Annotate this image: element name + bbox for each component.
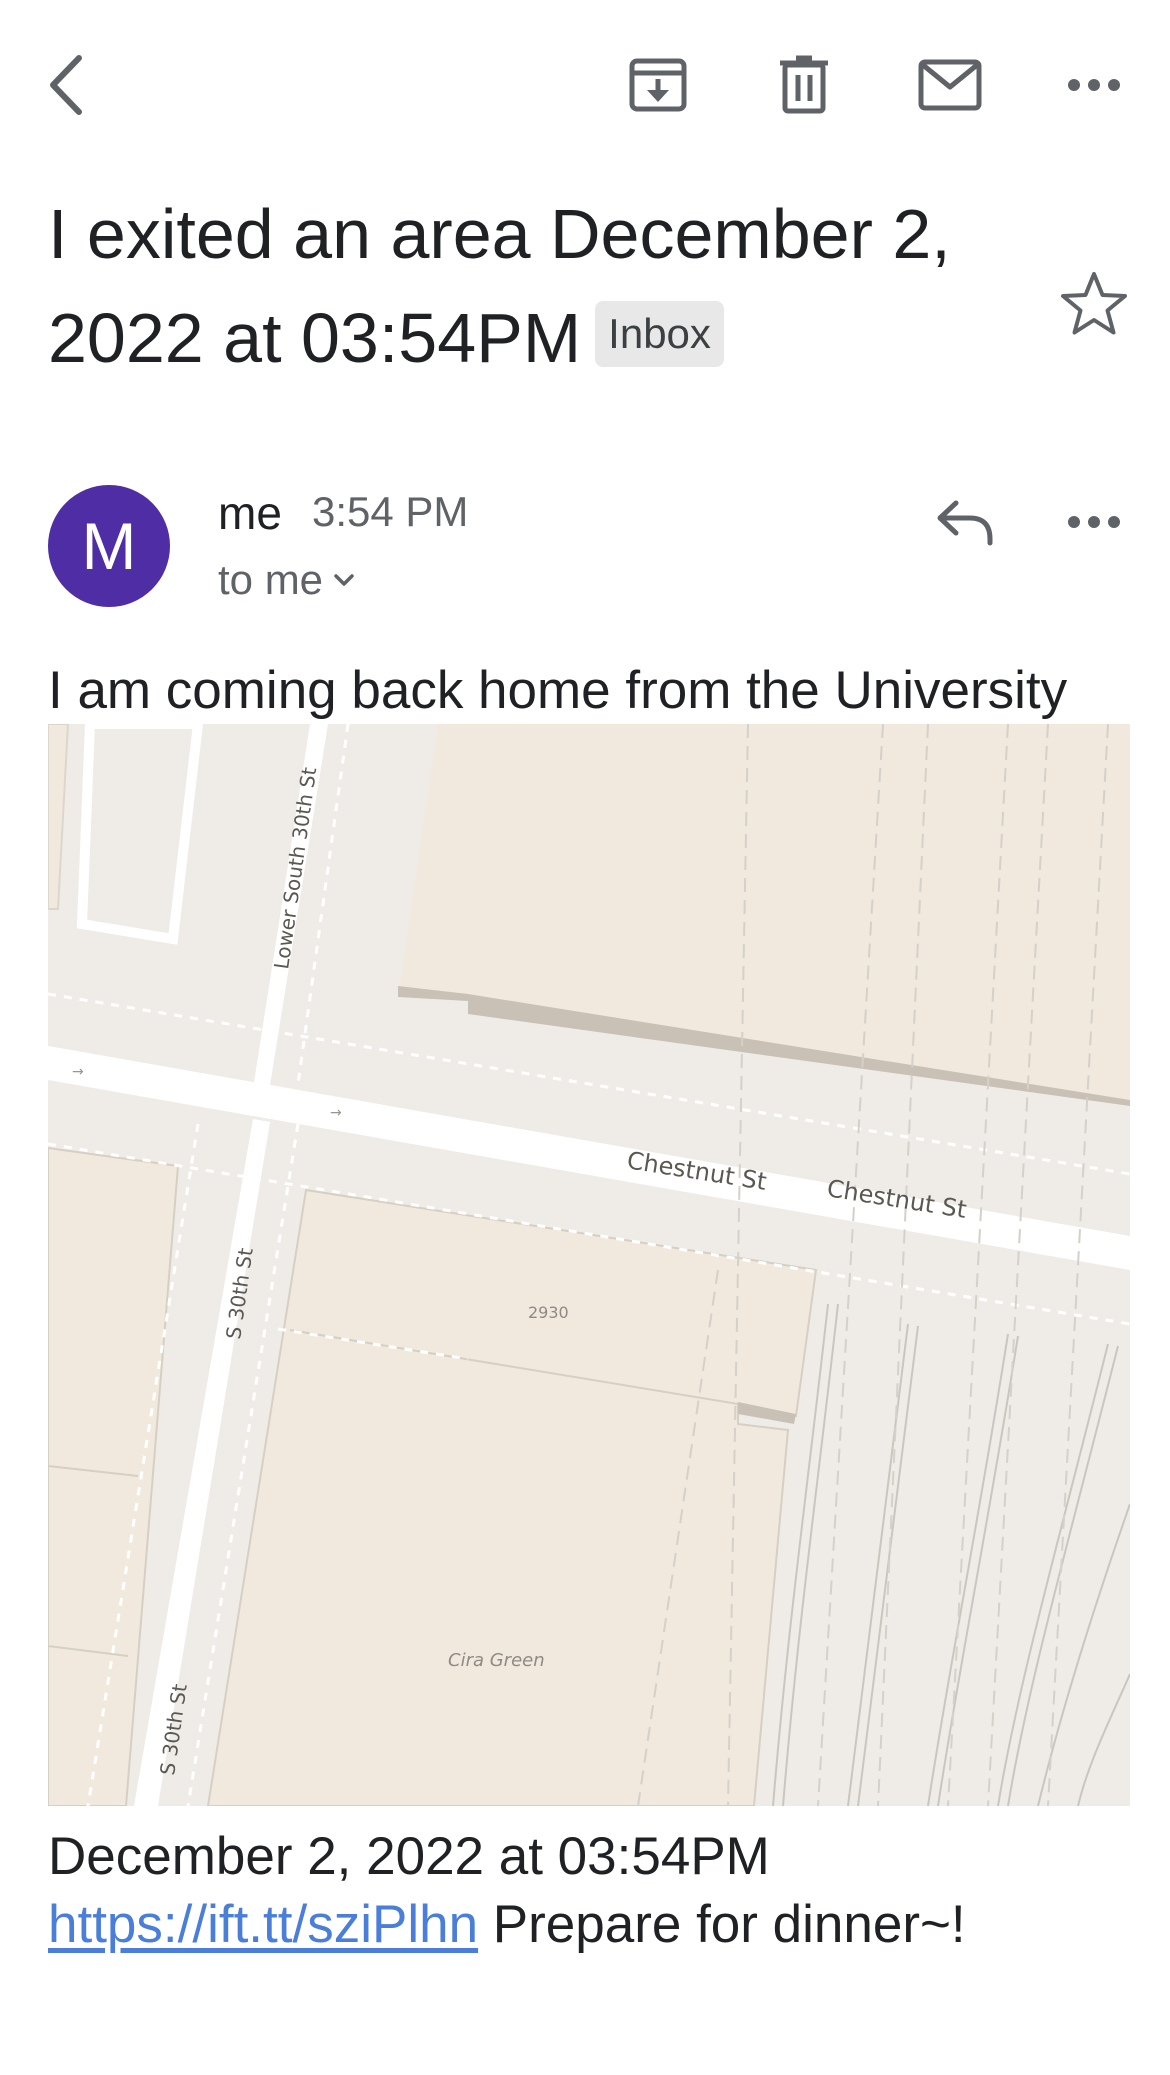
archive-button[interactable] xyxy=(618,45,698,125)
star-icon xyxy=(1061,272,1127,335)
archive-icon xyxy=(629,58,687,112)
top-toolbar xyxy=(0,0,1170,170)
inbox-label-chip[interactable]: Inbox xyxy=(595,301,724,367)
map-label-park: Cira Green xyxy=(448,1650,545,1671)
recipient-text: to me xyxy=(218,556,324,603)
map-label-address: 2930 xyxy=(528,1303,569,1322)
reply-icon xyxy=(937,500,993,546)
trash-icon xyxy=(780,55,828,114)
email-date-line: December 2, 2022 at 03:54PM xyxy=(48,1827,770,1886)
map-image[interactable]: → → Lower South 30th St Chestnut St Ches… xyxy=(48,724,1130,1806)
closing-text: Prepare for dinner~! xyxy=(492,1895,966,1954)
email-body-intro: I am coming back home from the Universit… xyxy=(48,661,1068,720)
sent-time: 3:54 PM xyxy=(312,488,469,535)
recipient-details-toggle[interactable]: to me xyxy=(218,556,355,604)
mail-icon xyxy=(918,59,982,111)
email-footer-line: https://ift.tt/sziPlhn Prepare for dinne… xyxy=(48,1894,966,1955)
more-options-button[interactable] xyxy=(1054,45,1134,125)
star-button[interactable] xyxy=(1058,268,1130,340)
svg-text:→: → xyxy=(72,1064,84,1080)
reply-button[interactable] xyxy=(920,482,1010,562)
message-more-button[interactable] xyxy=(1054,482,1134,562)
more-horizontal-icon xyxy=(1068,516,1120,528)
ifttt-link[interactable]: https://ift.tt/sziPlhn xyxy=(48,1895,478,1954)
delete-button[interactable] xyxy=(764,45,844,125)
avatar-letter: M xyxy=(81,509,137,583)
subject-text: I exited an area December 2, 2022 at 03:… xyxy=(48,195,951,377)
back-button[interactable] xyxy=(26,45,106,125)
more-horizontal-icon xyxy=(1068,79,1120,91)
chevron-left-icon xyxy=(50,55,82,115)
sender-name: me xyxy=(218,487,282,539)
svg-text:→: → xyxy=(330,1105,342,1121)
map-graphic: → → Lower South 30th St Chestnut St Ches… xyxy=(48,724,1130,1806)
mark-unread-button[interactable] xyxy=(910,45,990,125)
sender-avatar[interactable]: M xyxy=(48,485,170,607)
email-subject: I exited an area December 2, 2022 at 03:… xyxy=(48,182,1028,390)
chevron-down-icon xyxy=(334,574,354,586)
